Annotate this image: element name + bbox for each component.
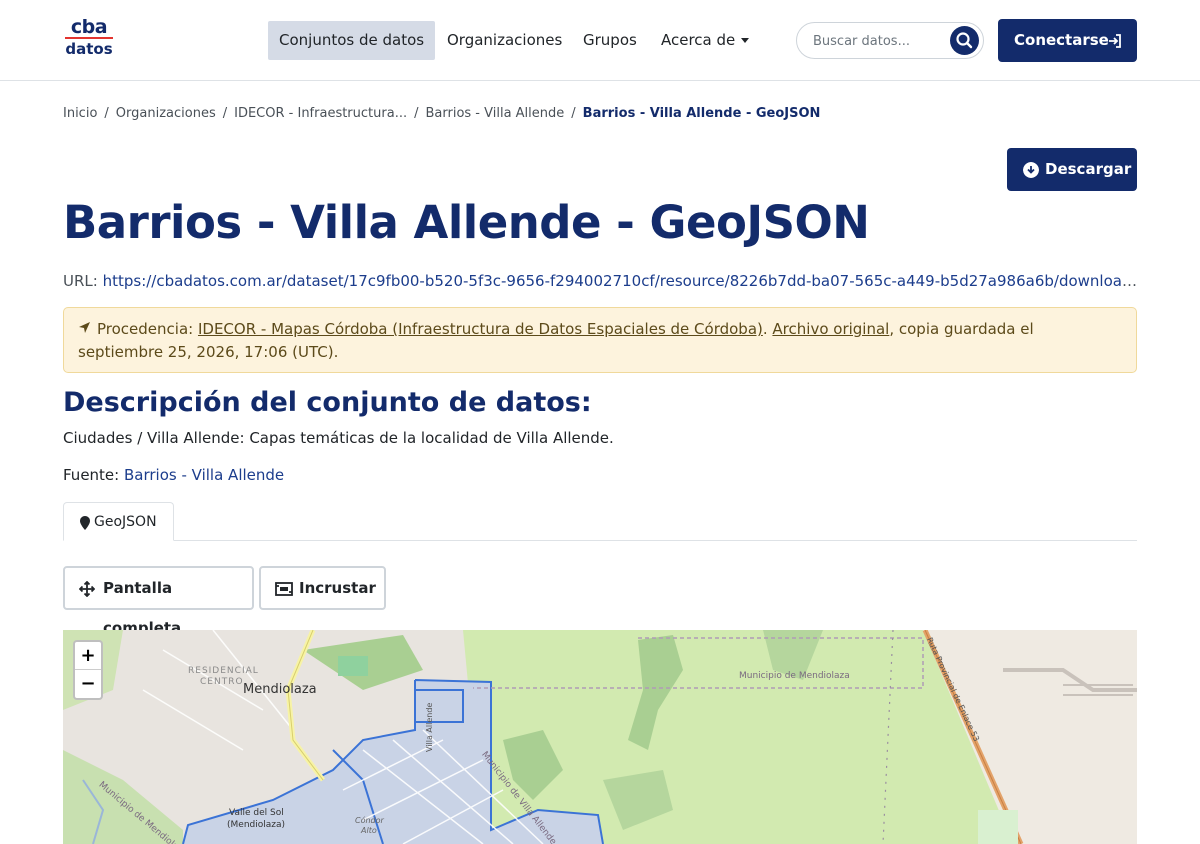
map-label-valle-del-sol: Valle del Sol (229, 808, 284, 818)
provenance-prefix: Procedencia: (97, 320, 194, 338)
source-link[interactable]: Barrios - Villa Allende (124, 466, 284, 484)
url-link[interactable]: https://cbadatos.com.ar/dataset/17c9fb00… (103, 272, 1137, 290)
source-line: Fuente: Barrios - Villa Allende (63, 466, 284, 484)
nav-about[interactable]: Acerca de (650, 21, 760, 60)
map-label-valle-mendiolaza: (Mendiolaza) (227, 820, 286, 830)
fullscreen-button[interactable]: Pantalla completa (63, 566, 254, 637)
download-circle-icon (1023, 162, 1039, 178)
download-label: Descargar (1045, 160, 1132, 178)
breadcrumb-separator: / (414, 106, 419, 121)
download-button[interactable]: Descargar (1007, 148, 1137, 191)
site-logo[interactable]: cba datos (63, 17, 115, 61)
search-input[interactable] (813, 32, 943, 50)
sign-in-icon (1109, 34, 1121, 48)
search-button[interactable] (950, 26, 979, 55)
login-button[interactable]: Conectarse (998, 19, 1137, 62)
breadcrumb-separator: / (222, 106, 228, 121)
search-icon (956, 32, 973, 49)
map-label-municipio-mendiolaza-top: Municipio de Mendiolaza (739, 671, 850, 681)
zoom-out-button[interactable]: − (75, 670, 101, 698)
nav-about-label: Acerca de (661, 31, 736, 49)
breadcrumb-separator: / (104, 106, 109, 121)
nav-datasets[interactable]: Conjuntos de datos (268, 21, 436, 60)
tab-geojson[interactable]: GeoJSON (63, 502, 174, 541)
map-label-villa-allende-street: Villa Allende (425, 702, 434, 752)
description-text: Ciudades / Villa Allende: Capas temática… (63, 429, 614, 447)
map-label-centro: CENTRO (200, 677, 244, 687)
nav-organizations[interactable]: Organizaciones (436, 21, 573, 60)
breadcrumb-dataset[interactable]: Barrios - Villa Allende (425, 106, 564, 121)
breadcrumb-organizations[interactable]: Organizaciones (116, 106, 216, 121)
breadcrumb-home[interactable]: Inicio (63, 106, 97, 121)
provenance-original-link[interactable]: Archivo original (772, 320, 889, 338)
tab-geojson-label: GeoJSON (94, 514, 157, 530)
location-arrow-icon (79, 322, 90, 333)
logo-text-cba: cba (70, 16, 108, 38)
tabs-divider (63, 540, 1137, 541)
site-header: cba datos Conjuntos de datos Organizacio… (0, 0, 1200, 81)
map-marker-icon (80, 516, 90, 530)
zoom-in-button[interactable]: + (75, 642, 101, 670)
provenance-source-link[interactable]: IDECOR - Mapas Córdoba (Infraestructura … (198, 320, 763, 338)
embed-button[interactable]: Incrustar (259, 566, 386, 610)
embed-frame-icon (275, 582, 293, 596)
map-label-city: Mendiolaza (243, 682, 317, 697)
embed-label: Incrustar (299, 579, 376, 597)
source-label: Fuente: (63, 466, 120, 484)
map-zoom-control: + − (73, 640, 103, 700)
map-label-alto: Alto (361, 826, 377, 835)
nav-groups[interactable]: Grupos (572, 21, 648, 60)
provenance-notice: Procedencia: IDECOR - Mapas Córdoba (Inf… (63, 307, 1137, 373)
caret-down-icon (741, 38, 750, 43)
search-box (796, 22, 984, 59)
breadcrumb-organization[interactable]: IDECOR - Infraestructura... (234, 106, 407, 121)
fullscreen-label: Pantalla completa (103, 579, 182, 637)
url-label: URL: (63, 272, 98, 290)
page-title: Barrios - Villa Allende - GeoJSON (63, 196, 870, 249)
description-heading: Descripción del conjunto de datos: (63, 387, 592, 418)
logo-underline (65, 37, 113, 39)
map-preview[interactable]: RESIDENCIAL CENTRO Mendiolaza Municipio … (63, 630, 1137, 844)
login-label: Conectarse (1014, 31, 1109, 49)
logo-text-datos: datos (65, 40, 113, 58)
arrows-move-icon (79, 581, 95, 597)
breadcrumb-current[interactable]: Barrios - Villa Allende - GeoJSON (583, 106, 821, 121)
resource-url: URL: https://cbadatos.com.ar/dataset/17c… (63, 272, 1137, 290)
map-label-residencial: RESIDENCIAL (188, 666, 259, 676)
breadcrumb: Inicio / Organizaciones / IDECOR - Infraestr… (63, 106, 820, 121)
map-label-condor: Cóndor (355, 816, 384, 825)
breadcrumb-separator: / (571, 106, 576, 121)
